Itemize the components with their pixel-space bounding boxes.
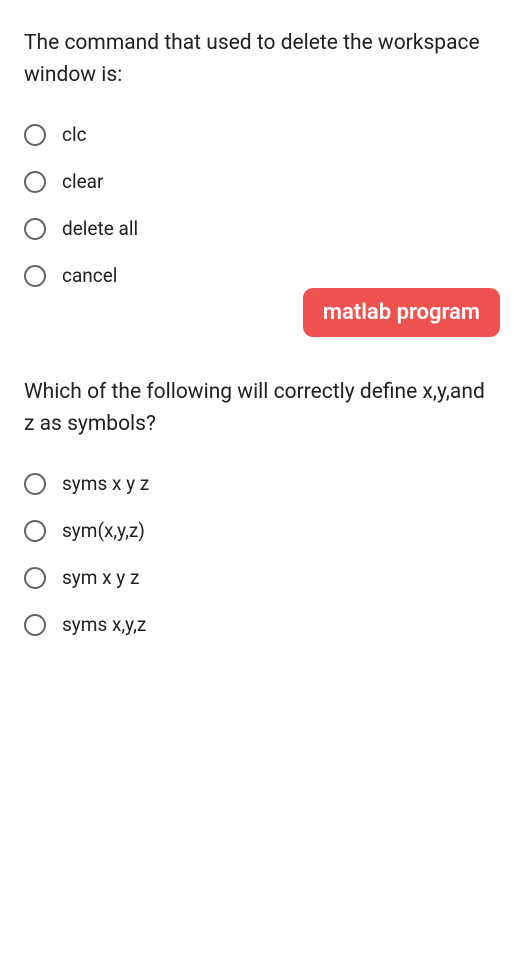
option-label: cancel — [62, 264, 117, 287]
question-2: Which of the following will correctly de… — [24, 377, 490, 636]
option-label: syms x,y,z — [62, 613, 146, 636]
option-label: delete all — [62, 217, 138, 240]
matlab-badge: matlab program — [303, 288, 500, 337]
option-syms-xyz-comma[interactable]: syms x,y,z — [24, 613, 490, 636]
radio-icon — [24, 124, 46, 146]
option-label: clear — [62, 170, 103, 193]
radio-icon — [24, 265, 46, 287]
option-clear[interactable]: clear — [24, 170, 490, 193]
question-2-options: syms x y z sym(x,y,z) sym x y z syms x,y… — [24, 472, 490, 636]
question-1-options: clc clear delete all cancel matlab progr… — [24, 123, 490, 287]
radio-icon — [24, 171, 46, 193]
option-syms-xyz-space[interactable]: syms x y z — [24, 472, 490, 495]
option-sym-xyz-space[interactable]: sym x y z — [24, 566, 490, 589]
option-sym-paren[interactable]: sym(x,y,z) — [24, 519, 490, 542]
option-cancel[interactable]: cancel — [24, 264, 490, 287]
option-label: sym x y z — [62, 566, 139, 589]
option-label: sym(x,y,z) — [62, 519, 145, 542]
radio-icon — [24, 473, 46, 495]
radio-icon — [24, 520, 46, 542]
question-1: The command that used to delete the work… — [24, 28, 490, 287]
option-label: syms x y z — [62, 472, 149, 495]
option-label: clc — [62, 123, 87, 146]
option-clc[interactable]: clc — [24, 123, 490, 146]
option-delete-all[interactable]: delete all — [24, 217, 490, 240]
question-1-text: The command that used to delete the work… — [24, 28, 490, 91]
radio-icon — [24, 218, 46, 240]
radio-icon — [24, 614, 46, 636]
question-2-text: Which of the following will correctly de… — [24, 377, 490, 440]
radio-icon — [24, 567, 46, 589]
